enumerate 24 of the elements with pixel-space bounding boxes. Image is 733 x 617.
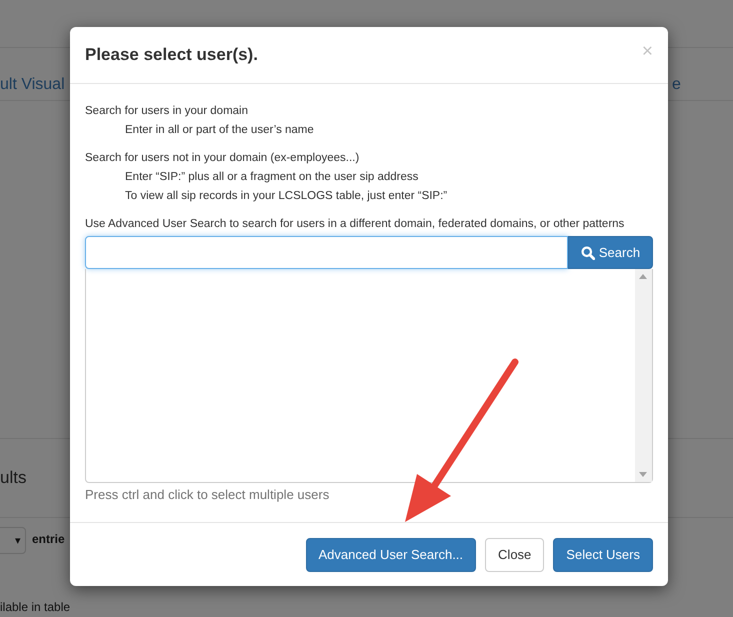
- dialog-button[interactable]: Select Users: [553, 538, 653, 572]
- dialog-button[interactable]: Close: [485, 538, 544, 572]
- section-link[interactable]: ult Visual: [0, 76, 65, 94]
- dialog-button[interactable]: Advanced User Search...: [306, 538, 476, 572]
- entries-select[interactable]: ▾: [0, 527, 26, 554]
- instruction-text: Enter in all or part of the user’s name: [124, 123, 315, 138]
- section-link[interactable]: e: [672, 76, 681, 94]
- search-button[interactable]: Search: [568, 236, 653, 269]
- instruction-text: Enter “SIP:” plus all or a fragment on the user sip address: [124, 170, 420, 185]
- search-field[interactable]: [85, 236, 568, 269]
- section-heading: ults: [0, 468, 26, 488]
- table-note: ilable in table: [0, 600, 70, 614]
- entries-label: entrie: [32, 532, 65, 546]
- instruction-text: To view all sip records in your LCSLOGS table, just enter “SIP:”: [124, 189, 448, 204]
- instruction-text: Use Advanced User Search to search for users in a different domain, federated domains, or other patterns: [85, 217, 626, 232]
- scroll-up-icon[interactable]: [639, 274, 647, 279]
- search-icon: [580, 246, 595, 260]
- user-list[interactable]: [85, 269, 653, 483]
- scroll-down-icon[interactable]: [639, 472, 647, 477]
- instruction-text: Search for users in your domain: [85, 104, 249, 119]
- dialog-title: Please select user(s).: [85, 45, 258, 65]
- scrollbar[interactable]: [635, 269, 652, 482]
- instruction-text: Search for users not in your domain (ex-employees...): [85, 151, 360, 166]
- help-text: Press ctrl and click to select multiple users: [85, 487, 330, 502]
